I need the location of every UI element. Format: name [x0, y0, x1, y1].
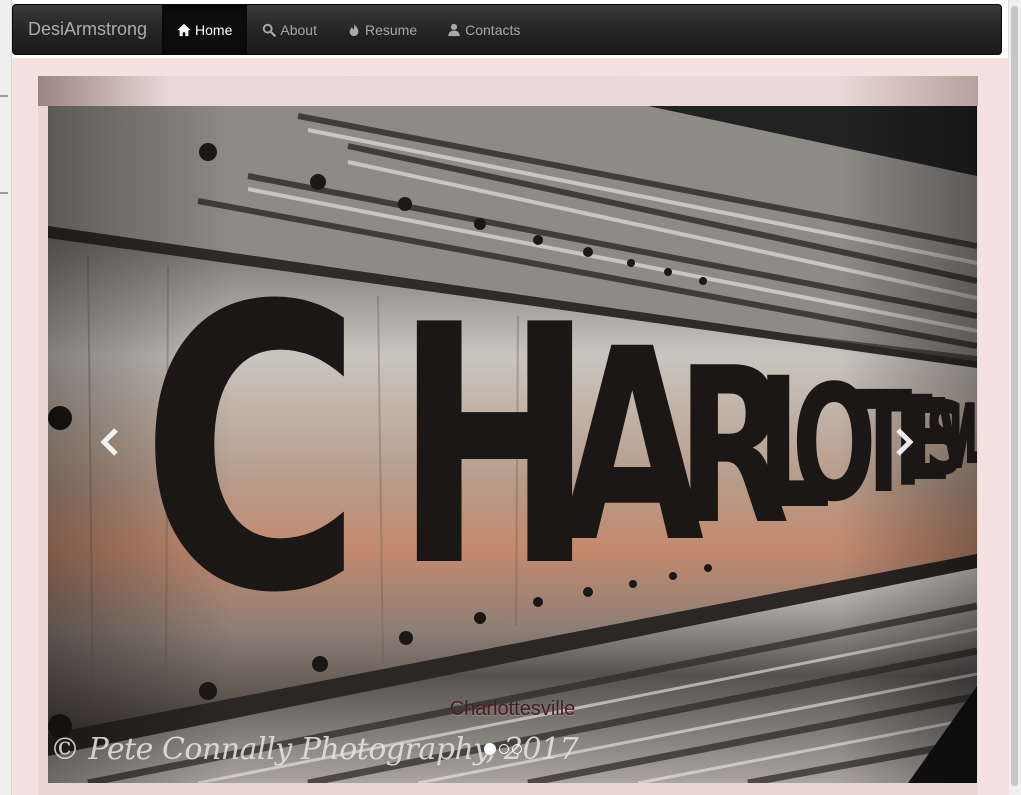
nav-contacts-label: Contacts [465, 21, 521, 38]
indicator-dot-2[interactable] [499, 744, 509, 754]
nav-resume[interactable]: Resume [332, 5, 432, 54]
user-icon [448, 23, 460, 36]
carousel-next-button[interactable] [884, 418, 924, 466]
carousel-indicators [484, 743, 522, 755]
nav-contacts[interactable]: Contacts [432, 5, 535, 54]
window-left-edge [0, 0, 12, 795]
search-icon [263, 23, 277, 37]
nav-resume-label: Resume [364, 21, 418, 38]
sign-letter: C [140, 225, 363, 679]
slide-caption: Charlottesville [449, 698, 576, 720]
nav-home[interactable]: Home [162, 5, 248, 54]
carousel-prev-button[interactable] [90, 418, 130, 466]
indicator-dot-1[interactable] [484, 743, 496, 755]
edge-marker [0, 95, 8, 97]
top-navbar: DesiArmstrong Home About Resume Contacts [12, 4, 1002, 55]
scrollbar-thumb[interactable] [1011, 6, 1018, 786]
nav-about[interactable]: About [247, 5, 332, 54]
fire-icon [349, 23, 359, 36]
chevron-left-icon [100, 428, 118, 456]
nav-home-label: Home [195, 21, 233, 38]
sign-letter: ILLE [948, 388, 977, 483]
nav-about-label: About [280, 21, 317, 38]
slide-photo: C H A R L O T T E S V ILLE [48, 106, 977, 783]
home-icon [177, 23, 191, 36]
vertical-scrollbar[interactable] [1008, 0, 1021, 795]
edge-marker [0, 192, 8, 194]
brand-link[interactable]: DesiArmstrong [13, 5, 162, 54]
indicator-dot-3[interactable] [512, 744, 522, 754]
chevron-right-icon [896, 428, 914, 456]
image-carousel[interactable]: C H A R L O T T E S V ILLE Charlottesvil… [48, 106, 977, 783]
